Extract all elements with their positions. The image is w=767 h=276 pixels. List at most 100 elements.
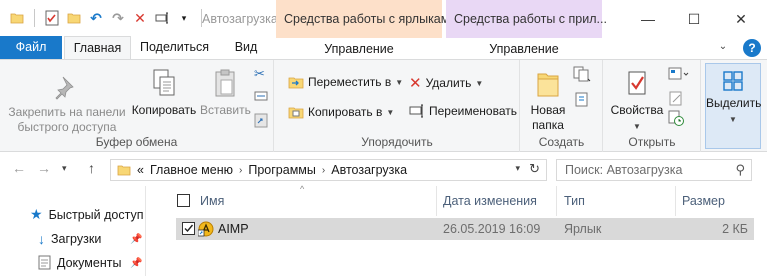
history-icon[interactable]	[668, 110, 684, 129]
breadcrumb-startup[interactable]: Автозагрузка	[331, 163, 407, 177]
qat-divider	[34, 9, 35, 27]
up-arrow-icon[interactable]: ↑	[88, 160, 95, 176]
column-header-date[interactable]: Дата изменения	[443, 186, 537, 216]
open-group-label: Открыть	[628, 135, 676, 149]
select-all-checkbox[interactable]	[177, 194, 190, 207]
new-folder-label-line2: папка	[532, 118, 564, 132]
nav-item-quick-access[interactable]: ★ Быстрый доступ	[30, 206, 144, 223]
select-group: Выделить ▼	[705, 63, 761, 149]
breadcrumb-overflow[interactable]: «	[137, 163, 144, 177]
dropdown-arrow-icon: ▼	[633, 122, 641, 131]
paste-shortcut-icon[interactable]	[254, 112, 268, 131]
rename-label: Переименовать	[429, 104, 517, 118]
cut-icon[interactable]: ✂	[254, 66, 265, 82]
rename-qat-icon[interactable]	[151, 8, 173, 28]
new-folder-button[interactable]: Новая папка	[525, 68, 571, 133]
navigation-bar: ← → ▾ ↑ « Главное меню › Программы › Авт…	[0, 152, 767, 186]
dropdown-arrow-icon: ▼	[729, 115, 737, 124]
row-checkbox[interactable]	[182, 222, 195, 235]
move-to-button[interactable]: Переместить в ▼	[288, 74, 403, 90]
search-placeholder: Поиск: Автозагрузка	[565, 163, 683, 177]
column-header-type[interactable]: Тип	[564, 186, 585, 216]
folder-icon	[6, 8, 28, 28]
help-button[interactable]: ?	[743, 39, 761, 57]
refresh-icon[interactable]: ↻	[529, 161, 540, 177]
column-divider[interactable]	[675, 186, 676, 216]
tab-share[interactable]: Поделиться	[140, 36, 209, 60]
select-button[interactable]: Выделить ▼	[706, 69, 761, 127]
delete-button[interactable]: ✕ Удалить ▼	[409, 74, 483, 92]
tab-manage-shortcut[interactable]: Управление	[276, 36, 442, 60]
paste-button[interactable]: Вставить	[200, 68, 251, 118]
folder-icon	[117, 165, 131, 176]
select-grid-icon	[723, 71, 743, 91]
tab-home[interactable]: Главная	[64, 36, 131, 60]
context-header-shortcut-tools: Средства работы с ярлыками	[276, 0, 456, 36]
properties-icon	[628, 71, 646, 95]
recent-locations-icon[interactable]: ▾	[62, 163, 67, 174]
nav-item-label: Загрузки	[51, 232, 102, 246]
properties-button[interactable]: Свойства ▼	[608, 68, 666, 134]
pin-label-line1: Закрепить на панели	[8, 105, 126, 119]
open-group: Свойства ▼ Открыть	[604, 60, 701, 152]
copy-path-icon[interactable]	[254, 89, 268, 106]
rename-icon	[409, 104, 423, 118]
paste-icon	[215, 69, 235, 97]
column-header-name[interactable]: Имя	[200, 186, 224, 216]
redo-icon[interactable]: ↷	[107, 8, 129, 28]
address-bar[interactable]: « Главное меню › Программы › Автозагрузк…	[110, 159, 547, 181]
title-bar: ↶ ↷ ✕ ▾ Автозагрузка Средства работы с я…	[0, 0, 767, 36]
pin-icon[interactable]: 📌	[130, 234, 142, 245]
open-icon[interactable]	[668, 66, 690, 85]
properties-label: Свойства	[610, 103, 664, 117]
collapse-ribbon-icon[interactable]: ⌄	[715, 39, 731, 55]
file-row[interactable]: AIMP 26.05.2019 16:09 Ярлык 2 КБ	[176, 218, 754, 240]
pin-to-quick-access-button[interactable]: Закрепить на панели быстрого доступа	[8, 74, 126, 135]
copy-icon	[153, 69, 175, 96]
new-folder-qat-button[interactable]	[63, 8, 85, 28]
maximize-button[interactable]: ☐	[671, 6, 717, 32]
copy-to-label: Копировать в	[308, 105, 383, 119]
search-input[interactable]: Поиск: Автозагрузка ⚲	[556, 159, 752, 181]
file-size: 2 КБ	[722, 222, 748, 236]
breadcrumb-programs[interactable]: Программы	[248, 163, 316, 177]
breadcrumb-main-menu[interactable]: Главное меню	[150, 163, 233, 177]
search-icon: ⚲	[735, 162, 745, 177]
customize-qat-icon[interactable]: ▾	[173, 8, 195, 28]
address-history-icon[interactable]: ▾	[515, 163, 520, 174]
edit-icon[interactable]	[668, 90, 684, 109]
new-folder-icon	[537, 73, 559, 97]
rename-button[interactable]: Переименовать	[409, 104, 517, 118]
dropdown-arrow-icon: ▼	[395, 77, 404, 87]
nav-item-documents[interactable]: Документы	[38, 255, 121, 270]
nav-item-downloads[interactable]: ↓ Загрузки	[38, 231, 101, 247]
properties-qat-button[interactable]	[41, 8, 63, 28]
delete-qat-icon[interactable]: ✕	[129, 8, 151, 28]
chevron-right-icon[interactable]: ›	[239, 165, 242, 176]
pin-icon	[55, 76, 74, 100]
undo-icon[interactable]: ↶	[85, 8, 107, 28]
documents-icon	[38, 255, 51, 270]
forward-arrow-icon[interactable]: →	[37, 160, 51, 176]
back-arrow-icon[interactable]: ←	[12, 160, 26, 176]
chevron-right-icon[interactable]: ›	[322, 165, 325, 176]
file-name: AIMP	[218, 222, 249, 236]
tab-view[interactable]: Вид	[228, 36, 264, 60]
ribbon-tabs: Файл Главная Поделиться Вид Управление У…	[0, 36, 767, 60]
column-divider[interactable]	[556, 186, 557, 216]
tab-manage-app[interactable]: Управление	[446, 36, 602, 60]
file-type: Ярлык	[564, 222, 602, 236]
close-button[interactable]: ✕	[718, 6, 764, 32]
column-header-size[interactable]: Размер	[682, 186, 725, 216]
easy-access-icon[interactable]	[573, 92, 591, 111]
move-to-label: Переместить в	[308, 75, 392, 89]
copy-to-button[interactable]: Копировать в ▼	[288, 104, 394, 120]
new-item-icon[interactable]	[573, 66, 591, 85]
copy-button[interactable]: Копировать	[131, 68, 197, 118]
column-divider[interactable]	[436, 186, 437, 216]
tab-file[interactable]: Файл	[0, 36, 62, 60]
pin-icon[interactable]: 📌	[130, 258, 142, 269]
delete-label: Удалить	[425, 76, 472, 90]
new-folder-label-line1: Новая	[530, 103, 566, 117]
minimize-button[interactable]: —	[625, 6, 671, 32]
